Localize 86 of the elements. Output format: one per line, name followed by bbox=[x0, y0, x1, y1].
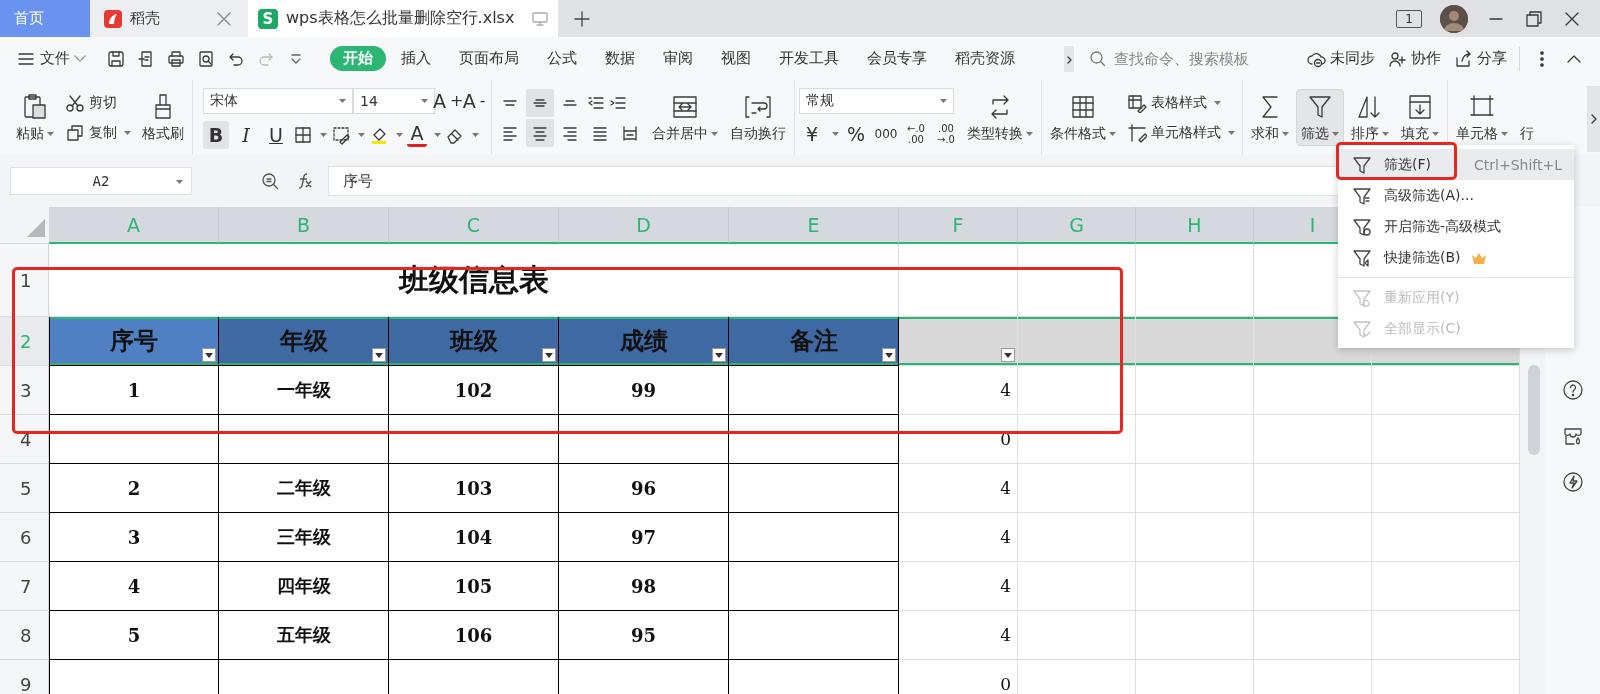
merge-center-button[interactable]: 合并居中 bbox=[648, 90, 722, 145]
table-cell: 四年级 bbox=[219, 562, 389, 611]
table-cell: 4 bbox=[49, 562, 219, 611]
header-cell: 班级 bbox=[389, 317, 559, 366]
row-header[interactable]: 8 bbox=[0, 611, 49, 660]
table-cell: 5 bbox=[49, 611, 219, 660]
header-cell: 序号 bbox=[49, 317, 219, 366]
conditional-format-button[interactable]: 条件格式 bbox=[1046, 90, 1120, 145]
filter-button[interactable]: 筛选 bbox=[1297, 90, 1343, 145]
name-box[interactable]: A2 bbox=[10, 167, 192, 195]
row-column-button[interactable]: 行 bbox=[1516, 123, 1538, 145]
table-cell: 99 bbox=[559, 366, 729, 415]
font-color-button[interactable]: A bbox=[407, 122, 427, 147]
table-cell: 104 bbox=[389, 513, 559, 562]
format-painter-button[interactable]: 格式刷 bbox=[138, 90, 188, 145]
table-cell: 4 bbox=[899, 611, 1018, 660]
font-family-select[interactable]: 宋体 bbox=[203, 87, 353, 114]
table-cell: 4 bbox=[899, 562, 1018, 611]
header-cell: 备注 bbox=[729, 317, 899, 366]
percent-button[interactable]: % bbox=[843, 119, 869, 148]
fill-button[interactable]: 填充 bbox=[1397, 90, 1443, 145]
table-cell: 105 bbox=[389, 562, 559, 611]
reading-mode-button[interactable]: 1 bbox=[1396, 9, 1422, 28]
cut-button[interactable]: 剪切 bbox=[62, 90, 134, 115]
table-cell: 95 bbox=[559, 611, 729, 660]
sort-button[interactable]: 排序 bbox=[1347, 90, 1393, 145]
row-header[interactable]: 3 bbox=[0, 366, 49, 415]
table-cell: 4 bbox=[899, 366, 1018, 415]
number-format-select[interactable]: 常规 bbox=[799, 87, 954, 114]
ribbon-tab[interactable]: 公式 bbox=[534, 46, 590, 71]
copy-button[interactable]: 复制 bbox=[62, 120, 134, 145]
table-cell: 97 bbox=[559, 513, 729, 562]
action-button[interactable]: 协作 bbox=[1387, 48, 1441, 69]
table-cell: 一年级 bbox=[219, 366, 389, 415]
ribbon-tab[interactable]: 稻壳资源 bbox=[942, 46, 1028, 71]
currency-button[interactable]: ¥ bbox=[799, 119, 825, 148]
table-cell: 五年级 bbox=[219, 611, 389, 660]
thousands-separator-button[interactable]: 000 bbox=[873, 119, 899, 148]
table-cell: 二年级 bbox=[219, 464, 389, 513]
header-cell: 成绩 bbox=[559, 317, 729, 366]
ribbon-tab[interactable]: 开发工具 bbox=[766, 46, 852, 71]
bold-button[interactable]: B bbox=[203, 120, 229, 149]
table-cell: 4 bbox=[899, 464, 1018, 513]
search-field[interactable]: 查找命令、搜索模板 bbox=[1112, 49, 1306, 68]
row-header[interactable]: 7 bbox=[0, 562, 49, 611]
menu-item[interactable]: 快捷筛选(B) bbox=[1338, 242, 1574, 273]
table-cell: 三年级 bbox=[219, 513, 389, 562]
row-header[interactable]: 5 bbox=[0, 464, 49, 513]
file-menu-button[interactable]: 文件 bbox=[16, 48, 86, 69]
italic-button[interactable]: I bbox=[233, 120, 259, 149]
table-cell: 98 bbox=[559, 562, 729, 611]
underline-button[interactable]: U bbox=[263, 120, 289, 149]
increase-decimal-button[interactable]: ←.0 .00 bbox=[903, 122, 929, 145]
decrease-decimal-button[interactable]: .00 →.0 bbox=[933, 122, 959, 145]
spreadsheet-logo-icon: S bbox=[258, 8, 278, 29]
table-cell: 4 bbox=[899, 513, 1018, 562]
ribbon-tab[interactable]: 数据 bbox=[592, 46, 648, 71]
table-cell: 106 bbox=[389, 611, 559, 660]
ribbon-tab[interactable]: 插入 bbox=[388, 46, 444, 71]
document-tab[interactable]: 稻壳 bbox=[90, 0, 248, 37]
table-cell: 2 bbox=[49, 464, 219, 513]
ribbon-tab[interactable]: 页面布局 bbox=[446, 46, 532, 71]
ribbon-tab[interactable]: 审阅 bbox=[650, 46, 706, 71]
row-header[interactable]: 9 bbox=[0, 660, 49, 694]
table-cell: 0 bbox=[899, 660, 1018, 694]
action-button[interactable]: 分享 bbox=[1453, 48, 1507, 69]
row-header[interactable]: 6 bbox=[0, 513, 49, 562]
table-cell: 103 bbox=[389, 464, 559, 513]
header-cell: 年级 bbox=[219, 317, 389, 366]
wrap-text-button[interactable]: 自动换行 bbox=[726, 90, 790, 145]
sum-button[interactable]: 求和 bbox=[1247, 90, 1293, 145]
type-convert-button[interactable]: 类型转换 bbox=[963, 90, 1037, 145]
table-style-button[interactable]: 表格样式 bbox=[1124, 90, 1238, 115]
ribbon-tab[interactable]: 视图 bbox=[708, 46, 764, 71]
table-cell: 102 bbox=[389, 366, 559, 415]
ribbon-tab[interactable]: 会员专享 bbox=[854, 46, 940, 71]
document-tab[interactable]: S wps表格怎么批量删除空行.xlsx bbox=[248, 0, 559, 37]
cell-button[interactable]: 单元格 bbox=[1452, 90, 1512, 145]
table-cell: 3 bbox=[49, 513, 219, 562]
table-cell: 1 bbox=[49, 366, 219, 415]
paste-button[interactable]: 粘贴 bbox=[12, 90, 58, 145]
cell-style-button[interactable]: 单元格样式 bbox=[1124, 120, 1238, 145]
menu-item[interactable]: 筛选(F) Ctrl+Shift+L bbox=[1338, 149, 1574, 180]
table-cell: 96 bbox=[559, 464, 729, 513]
row-header[interactable]: 1 bbox=[0, 244, 49, 317]
action-button[interactable]: 未同步 bbox=[1306, 48, 1375, 69]
